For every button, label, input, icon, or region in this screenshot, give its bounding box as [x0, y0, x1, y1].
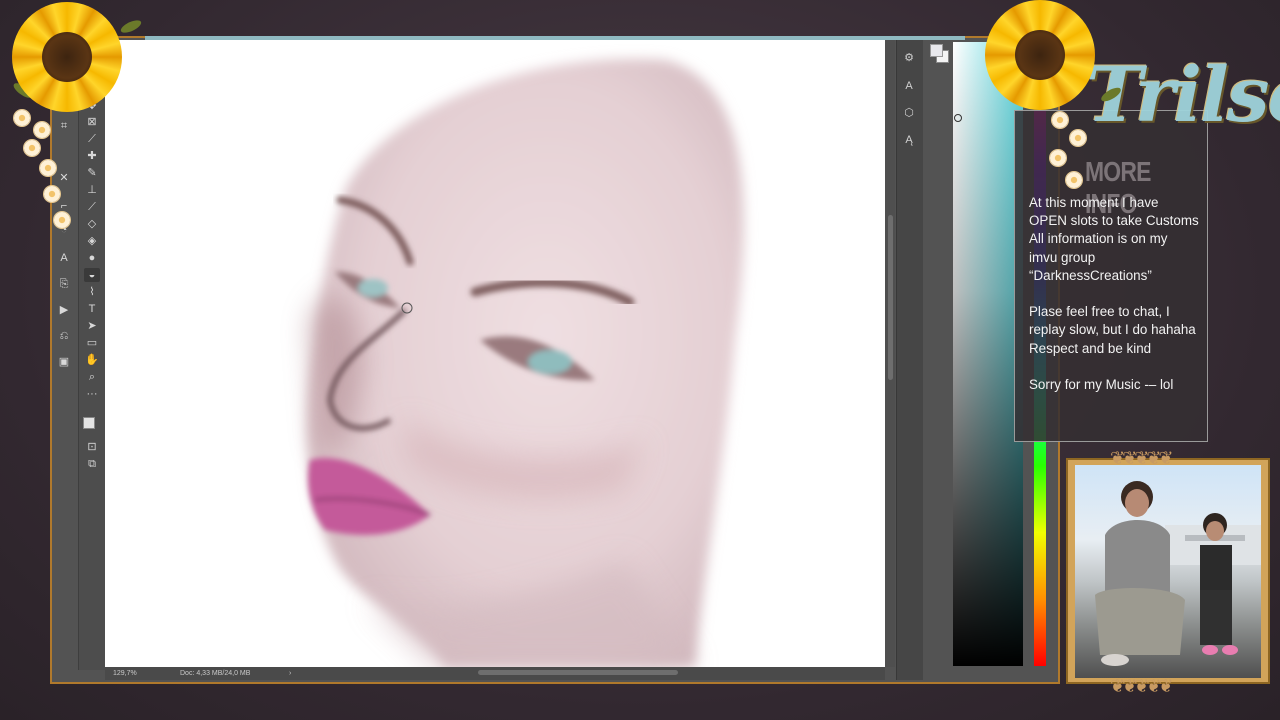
frame-icon[interactable]: ⌐ [56, 199, 72, 213]
eraser-icon[interactable]: ✕ [56, 171, 72, 185]
color-field[interactable] [953, 42, 1023, 666]
history-brush-icon[interactable]: ⟋ [84, 200, 100, 214]
quick-mask-icon[interactable]: ⊡ [84, 440, 100, 454]
dodge-icon[interactable]: ◒ [84, 268, 100, 282]
eraser-icon[interactable]: ◇ [84, 217, 100, 231]
status-menu-arrow[interactable]: › [289, 667, 291, 680]
3d-icon[interactable]: ⬡ [901, 105, 917, 121]
play-icon[interactable]: ▶ [56, 303, 72, 317]
marquee-icon[interactable]: ⊠ [84, 115, 100, 129]
panel-foreground-swatch[interactable] [930, 44, 943, 57]
color-picker-marker[interactable] [954, 114, 962, 122]
vertical-scrollbar[interactable] [888, 215, 893, 380]
document-canvas[interactable] [105, 40, 885, 667]
screen-mode-icon[interactable]: ⧉ [84, 457, 100, 471]
adjustments-icon[interactable]: ⚙ [901, 50, 917, 66]
toolbar-main: ✥ ⊠ ⟋ ✚ ✎ ⊥ ⟋ ◇ ◈ ● ◒ ⌇ T ➤ ▭ ✋ ⌕ ··· ⊡ … [78, 95, 105, 670]
doc-size: Doc: 4,33 MB/24,0 MB [180, 670, 251, 677]
eyedropper-icon[interactable]: ⟋ [84, 132, 100, 146]
foreground-swatch[interactable] [83, 417, 95, 429]
horizontal-scrollbar[interactable] [478, 670, 678, 675]
path-select-icon[interactable]: ➤ [84, 319, 100, 333]
webcam-photo [1075, 465, 1261, 678]
frame-ornament-bottom: ❦❦❦❦❦ [1110, 676, 1173, 696]
hand-icon[interactable]: ✋ [84, 353, 100, 367]
paragraph-icon[interactable]: Ą [901, 132, 917, 148]
more-icon[interactable]: ··· [84, 387, 100, 401]
pen-icon[interactable]: ⌇ [84, 285, 100, 299]
blur-icon[interactable]: ● [84, 251, 100, 265]
crop-icon[interactable]: ⌗ [56, 119, 72, 133]
face-painting [306, 58, 744, 667]
clone-icon[interactable]: ⎘ [56, 277, 72, 291]
layer-icon[interactable]: ▣ [56, 355, 72, 369]
character-icon[interactable]: A [901, 78, 917, 94]
clone-stamp-icon[interactable]: ⊥ [84, 183, 100, 197]
rectangle-icon[interactable]: ▭ [84, 336, 100, 350]
info-text: At this moment I have OPEN slots to take… [1029, 195, 1199, 393]
toolbar-secondary: ⌗ ✕ ⌐ ◔ A ⎘ ▶ ⎌ ▣ [52, 95, 76, 670]
healing-icon[interactable]: ✚ [84, 149, 100, 163]
frame-ornament-top: ❦❦❦❦❦ [1110, 448, 1173, 468]
zoom-icon[interactable]: ⌕ [84, 370, 100, 384]
type-tool-icon[interactable]: T [84, 302, 100, 316]
zoom-level[interactable]: 129,7% [113, 667, 137, 680]
history-icon[interactable]: ⎌ [56, 329, 72, 343]
brush-icon[interactable]: ✎ [84, 166, 100, 180]
paint-bucket-icon[interactable]: ◈ [84, 234, 100, 248]
type-icon[interactable]: A [56, 251, 72, 265]
